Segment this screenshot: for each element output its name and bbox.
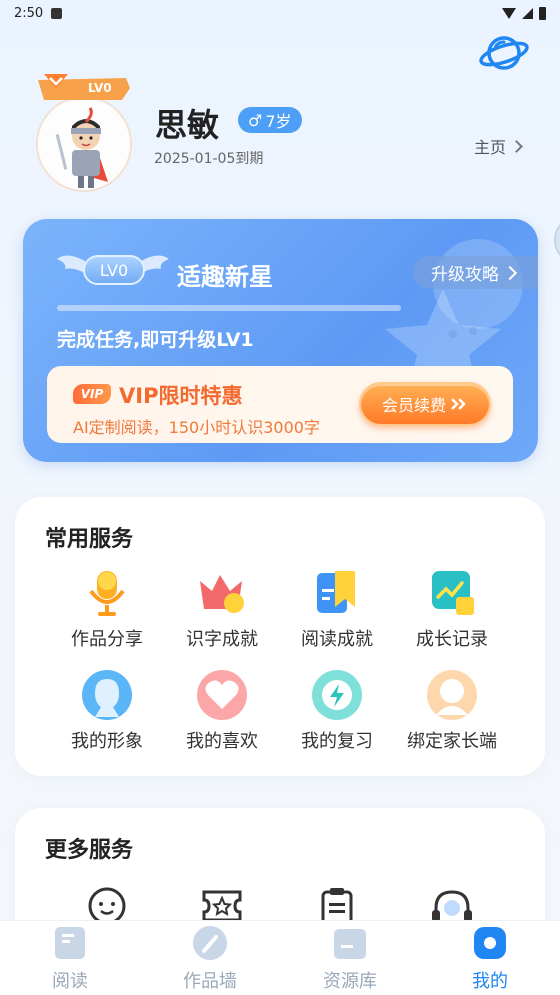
level-title: 适趣新星 bbox=[177, 263, 273, 291]
tab-works-wall[interactable]: 作品墙 bbox=[140, 921, 280, 995]
tab-label: 阅读 bbox=[52, 971, 88, 992]
brush-icon bbox=[192, 925, 228, 961]
microphone-icon bbox=[81, 567, 133, 619]
service-label: 我的喜欢 bbox=[186, 731, 258, 752]
planet-icon[interactable] bbox=[478, 30, 530, 76]
common-services-card: 常用服务 作品分享 识字成就 阅读成就 成长记录 我的形象 我的喜欢 我的复习 … bbox=[15, 497, 545, 776]
vip-banner[interactable]: VIP VIP限时特惠 AI定制阅读，150小时认识3000字 会员续费 bbox=[47, 366, 513, 443]
upgrade-guide-button[interactable]: 升级攻略 bbox=[413, 256, 538, 289]
renew-label: 会员续费 bbox=[381, 396, 446, 415]
level-badge: LV0 bbox=[38, 74, 130, 102]
wifi-icon bbox=[502, 7, 516, 19]
service-label: 我的形象 bbox=[71, 731, 143, 752]
service-label: 作品分享 bbox=[71, 629, 143, 650]
more-services-title: 更多服务 bbox=[45, 838, 134, 863]
vip-title: VIP限时特惠 bbox=[119, 384, 243, 408]
tab-label: 资源库 bbox=[323, 971, 377, 992]
folder-icon bbox=[332, 925, 368, 961]
service-my-favorites[interactable]: 我的喜欢 bbox=[164, 669, 280, 753]
status-time: 2:50 bbox=[14, 5, 44, 21]
tab-resource-library[interactable]: 资源库 bbox=[280, 921, 420, 995]
service-label: 绑定家长端 bbox=[407, 731, 497, 752]
tab-label: 作品墙 bbox=[183, 971, 237, 992]
bottom-tab-bar: 阅读 作品墙 资源库 我的 bbox=[0, 920, 560, 995]
level-progress-bar bbox=[57, 305, 401, 311]
level-description: 完成任务,即可升级LV1 bbox=[57, 329, 254, 351]
level-card: LV0 适趣新星 升级攻略 完成任务,即可升级LV1 VIP VIP限时特惠 A… bbox=[23, 219, 538, 462]
growth-chart-icon bbox=[426, 567, 478, 619]
user-name: 思敏 bbox=[155, 106, 220, 144]
service-character-achievement[interactable]: 识字成就 bbox=[164, 567, 280, 651]
tab-mine[interactable]: 我的 bbox=[420, 921, 560, 995]
gender-age-badge: ♂ 7岁 bbox=[238, 107, 302, 133]
battery-icon bbox=[539, 6, 546, 20]
parent-icon bbox=[426, 669, 478, 721]
age-text: 7岁 bbox=[265, 112, 292, 131]
membership-expire: 2025-01-05到期 bbox=[154, 151, 264, 167]
chevron-right-icon bbox=[510, 139, 523, 153]
service-label: 识字成就 bbox=[186, 629, 258, 650]
service-reading-achievement[interactable]: 阅读成就 bbox=[279, 567, 395, 651]
service-growth-record[interactable]: 成长记录 bbox=[394, 567, 510, 651]
status-bar: 2:50 bbox=[0, 0, 560, 26]
level-wing-badge: LV0 bbox=[57, 249, 169, 291]
double-chevron-icon bbox=[451, 398, 466, 410]
homepage-link[interactable]: 主页 bbox=[474, 134, 523, 158]
profile-icon bbox=[472, 925, 508, 961]
service-label: 成长记录 bbox=[416, 629, 488, 650]
service-work-share[interactable]: 作品分享 bbox=[49, 567, 165, 651]
upgrade-guide-label: 升级攻略 bbox=[431, 265, 499, 285]
service-bind-parent[interactable]: 绑定家长端 bbox=[394, 669, 510, 753]
lightning-icon bbox=[311, 669, 363, 721]
tab-label: 我的 bbox=[472, 971, 508, 992]
bookmark-icon bbox=[311, 567, 363, 619]
service-label: 我的复习 bbox=[301, 731, 373, 752]
avatar[interactable] bbox=[36, 96, 132, 192]
vip-tag: VIP bbox=[73, 384, 111, 404]
chevron-right-icon bbox=[502, 265, 518, 280]
male-icon: ♂ bbox=[248, 110, 263, 130]
level-badge-text: LV0 bbox=[88, 81, 112, 95]
service-label: 阅读成就 bbox=[301, 629, 373, 650]
signal-icon bbox=[522, 7, 533, 19]
side-peek-button[interactable] bbox=[554, 220, 560, 260]
status-icons bbox=[502, 6, 546, 20]
service-my-review[interactable]: 我的复习 bbox=[279, 669, 395, 753]
renew-membership-button[interactable]: 会员续费 bbox=[359, 382, 491, 426]
book-icon bbox=[52, 925, 88, 961]
heart-icon bbox=[196, 669, 248, 721]
crown-icon bbox=[196, 567, 248, 619]
vip-subtitle: AI定制阅读，150小时认识3000字 bbox=[73, 418, 320, 437]
tab-reading[interactable]: 阅读 bbox=[0, 921, 140, 995]
avatar-icon bbox=[81, 669, 133, 721]
level-wing-text: LV0 bbox=[83, 255, 145, 285]
common-services-title: 常用服务 bbox=[45, 527, 134, 552]
notification-icon bbox=[51, 7, 63, 19]
homepage-label: 主页 bbox=[474, 138, 507, 157]
service-my-avatar[interactable]: 我的形象 bbox=[49, 669, 165, 753]
